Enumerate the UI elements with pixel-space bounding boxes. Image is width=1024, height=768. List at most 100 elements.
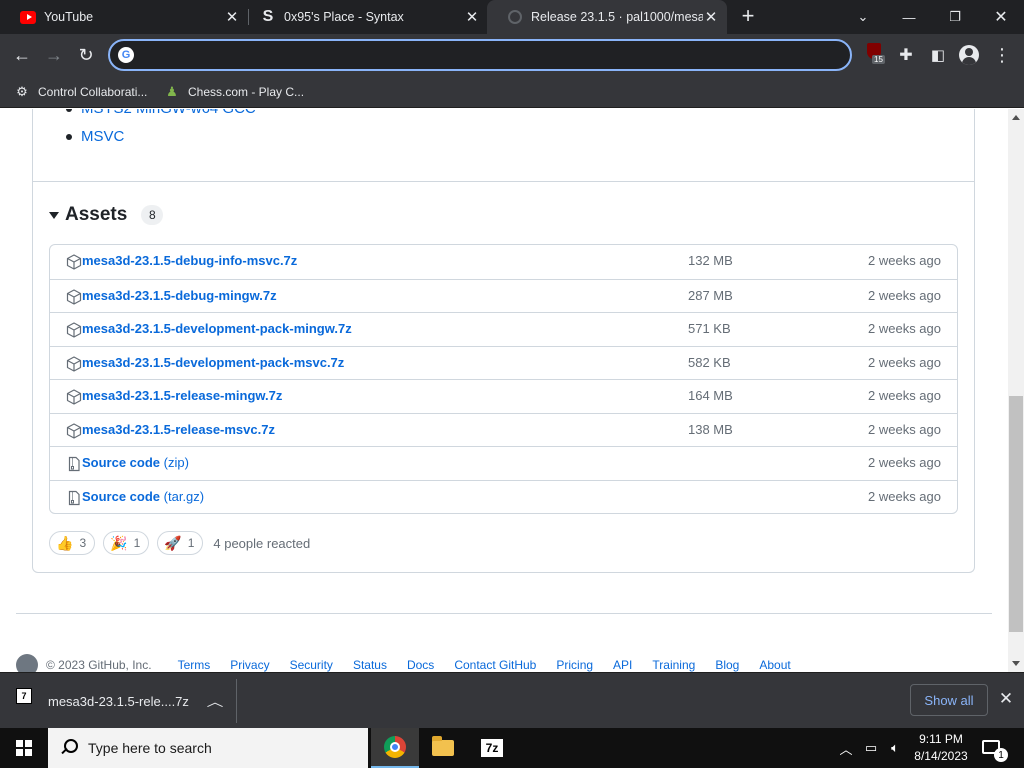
tab-search-chevron-icon[interactable]: ⌄ <box>840 0 886 34</box>
reload-icon[interactable]: ↻ <box>72 41 100 69</box>
chess-pawn-icon: ♟ <box>166 84 178 99</box>
minimize-icon[interactable]: — <box>886 0 932 34</box>
footer-link[interactable]: Terms <box>178 658 211 672</box>
asset-format: (zip) <box>163 455 189 470</box>
search-placeholder: Type here to search <box>88 740 212 756</box>
footer-link[interactable]: Training <box>652 658 695 672</box>
reaction-count: 1 <box>133 536 141 550</box>
scroll-down-arrow-icon[interactable] <box>1012 661 1020 666</box>
package-icon <box>66 254 82 270</box>
assets-summary[interactable]: Assets 8 <box>49 203 164 227</box>
scroll-up-arrow-icon[interactable] <box>1012 115 1020 120</box>
address-bar[interactable]: G <box>108 39 852 71</box>
close-icon[interactable]: ✕ <box>464 9 480 26</box>
asset-link[interactable]: mesa3d-23.1.5-development-pack-mingw.7z <box>82 321 352 336</box>
package-icon <box>66 355 82 372</box>
footer-link[interactable]: Blog <box>715 658 739 672</box>
notification-count: 1 <box>994 748 1008 762</box>
volume-icon[interactable]: 🔈︎ <box>884 728 906 768</box>
taskbar-clock[interactable]: 9:11 PM 8/14/2023 <box>908 731 974 765</box>
asset-link[interactable]: mesa3d-23.1.5-debug-mingw.7z <box>82 288 277 303</box>
reaction-button[interactable]: 🎉 1 <box>103 531 150 555</box>
profile-icon[interactable] <box>955 41 983 69</box>
taskbar-7zip[interactable]: 7z <box>468 728 516 768</box>
extensions-puzzle-icon[interactable]: ✚ <box>892 41 920 69</box>
download-file-name: mesa3d-23.1.5-rele....7z <box>48 693 189 709</box>
ublock-origin-icon[interactable]: 15 <box>866 43 888 69</box>
section-divider <box>33 181 974 182</box>
reaction-button[interactable]: 🚀 1 <box>157 531 204 555</box>
bookmark-label: Control Collaborati... <box>38 85 148 99</box>
browser-toolbar: ← → ↻ G 15 ✚ ◧ ⋮ <box>0 34 1024 76</box>
window-close-icon[interactable]: ✕ <box>978 0 1024 34</box>
chevron-up-icon[interactable]: ︿ <box>207 693 224 710</box>
package-icon <box>66 389 82 405</box>
folder-icon <box>432 736 454 756</box>
close-icon[interactable]: ✕ <box>224 9 240 26</box>
close-shelf-icon[interactable]: ✕ <box>996 689 1016 709</box>
footer-link[interactable]: API <box>613 658 632 672</box>
footer-link[interactable]: Contact GitHub <box>454 658 536 672</box>
reaction-button[interactable]: 👍 3 <box>49 531 96 555</box>
omnibox-input[interactable] <box>144 44 834 66</box>
scrollbar-thumb[interactable] <box>1009 396 1023 632</box>
start-button[interactable] <box>0 728 48 768</box>
copyright: © 2023 GitHub, Inc. <box>46 658 152 672</box>
asset-date: 2 weeks ago <box>868 321 941 336</box>
bookmark-control-collaboration[interactable]: ⚙ Control Collaborati... <box>14 82 147 102</box>
tab-strip: YouTube ✕ S 0x95's Place - Syntax ✕ Rele… <box>0 0 1024 34</box>
tab-youtube[interactable]: YouTube ✕ <box>0 0 248 34</box>
side-panel-icon[interactable]: ◧ <box>924 41 952 69</box>
download-item[interactable]: 7 mesa3d-23.1.5-rele....7z ︿ <box>16 683 224 719</box>
chrome-icon <box>384 736 406 758</box>
page-scrollbar[interactable] <box>1008 109 1024 672</box>
asset-link[interactable]: mesa3d-23.1.5-debug-info-msvc.7z <box>82 253 297 268</box>
asset-name: mesa3d-23.1.5-development-pack-msvc.7z <box>82 354 345 370</box>
footer-link[interactable]: About <box>759 658 790 672</box>
asset-name: Source code <box>82 488 161 504</box>
asset-size: 582 KB <box>688 354 731 370</box>
tray-chevron-up-icon[interactable]: ︿ <box>836 728 856 768</box>
asset-date: 2 weeks ago <box>868 388 941 403</box>
restore-icon[interactable]: ❐ <box>932 0 978 34</box>
taskbar-file-explorer[interactable] <box>419 728 467 768</box>
footer-link[interactable]: Status <box>353 658 387 672</box>
forward-arrow-icon[interactable]: → <box>40 41 68 69</box>
back-arrow-icon[interactable]: ← <box>8 41 36 69</box>
asset-name: mesa3d-23.1.5-debug-info-msvc.7z <box>82 253 298 268</box>
asset-link[interactable]: mesa3d-23.1.5-release-msvc.7z <box>82 422 275 437</box>
asset-link[interactable]: Source code (tar.gz) <box>82 489 204 504</box>
new-tab-plus-icon[interactable]: + <box>737 3 759 28</box>
show-all-button[interactable]: Show all <box>910 684 988 716</box>
asset-link[interactable]: mesa3d-23.1.5-development-pack-msvc.7z <box>82 355 344 370</box>
menu-kebab-icon[interactable]: ⋮ <box>988 41 1016 69</box>
action-center-icon[interactable]: 1 <box>980 736 1008 762</box>
syntax-s-icon: S <box>262 8 274 25</box>
taskbar-chrome[interactable] <box>371 728 419 768</box>
asset-link[interactable]: Source code (zip) <box>82 455 189 470</box>
taskbar-search[interactable]: Type here to search <box>48 728 368 768</box>
list-link[interactable]: MSYS2 MinGW-w64 GCC <box>81 109 256 117</box>
tab-syntax[interactable]: S 0x95's Place - Syntax ✕ <box>240 0 488 34</box>
list-link[interactable]: MSVC <box>81 128 124 145</box>
file-zip-icon <box>66 456 82 472</box>
footer-link[interactable]: Security <box>290 658 333 672</box>
bookmark-chess[interactable]: ♟ Chess.com - Play C... <box>164 82 304 102</box>
clock-date: 8/14/2023 <box>914 749 968 763</box>
extension-badge: 15 <box>872 55 885 64</box>
footer-link[interactable]: Docs <box>407 658 434 672</box>
asset-size: 571 KB <box>688 321 731 336</box>
google-g-icon: G <box>118 47 134 63</box>
tab-github-release[interactable]: Release 23.1.5 · pal1000/mesa-dist-win ✕ <box>487 0 727 34</box>
page-viewport: MSYS2 MinGW-w64 GCC MSVC Assets 8 mesa3d… <box>0 109 1008 672</box>
asset-link[interactable]: mesa3d-23.1.5-release-mingw.7z <box>82 388 282 403</box>
github-logo-icon[interactable] <box>16 654 38 672</box>
asset-name: mesa3d-23.1.5-development-pack-mingw.7z <box>82 321 352 336</box>
footer-link[interactable]: Pricing <box>556 658 593 672</box>
reactions-bar: 👍 3 🎉 1 🚀 1 4 people reacted <box>49 531 310 555</box>
rocket-icon: 🚀 <box>164 534 182 551</box>
network-icon[interactable]: ▭ <box>860 728 882 768</box>
bookmarks-bar: ⚙ Control Collaborati... ♟ Chess.com - P… <box>0 76 1024 108</box>
close-icon[interactable]: ✕ <box>703 9 719 26</box>
footer-link[interactable]: Privacy <box>230 658 269 672</box>
